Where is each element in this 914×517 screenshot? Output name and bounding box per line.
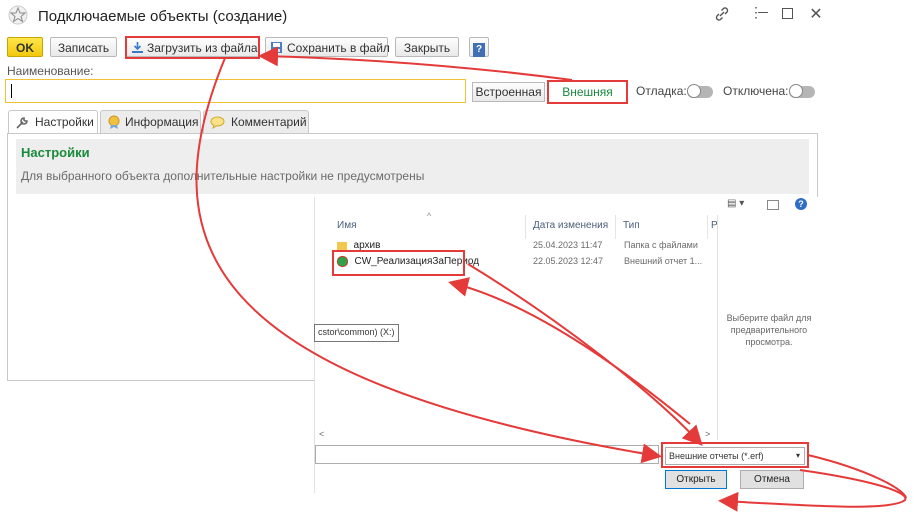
arrow-file-to-filter bbox=[467, 263, 703, 446]
arrow-external-to-load bbox=[258, 46, 573, 81]
arrow-to-open bbox=[718, 469, 907, 512]
arrow-curve bbox=[807, 454, 907, 499]
arrow-load-to-filter bbox=[195, 57, 662, 464]
annotation-arrows bbox=[195, 46, 907, 512]
arrow-filter-to-file bbox=[448, 277, 691, 425]
